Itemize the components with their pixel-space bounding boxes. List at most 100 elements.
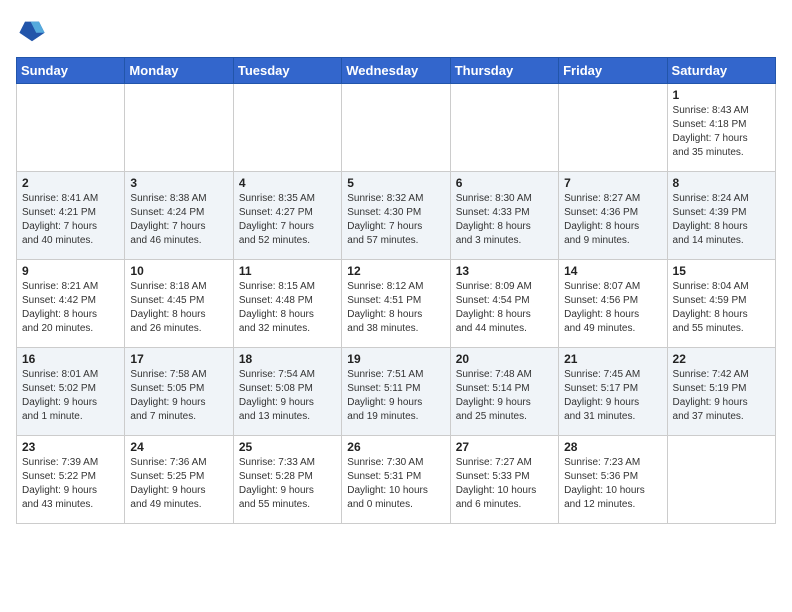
column-header-sunday: Sunday <box>17 58 125 84</box>
column-header-tuesday: Tuesday <box>233 58 341 84</box>
calendar-table: SundayMondayTuesdayWednesdayThursdayFrid… <box>16 57 776 524</box>
column-header-thursday: Thursday <box>450 58 558 84</box>
calendar-cell: 10 Sunrise: 8:18 AM Sunset: 4:45 PM Dayli… <box>125 260 233 348</box>
day-number: 13 <box>456 264 553 278</box>
day-info: Sunrise: 7:39 AM Sunset: 5:22 PM Dayligh… <box>22 456 119 512</box>
day-number: 2 <box>22 176 119 190</box>
calendar-cell: 26Sunrise: 7:30 AM Sunset: 5:31 PM Dayli… <box>342 436 450 524</box>
day-info: Sunrise: 7:45 AM Sunset: 5:17 PM Dayligh… <box>564 368 661 424</box>
calendar-cell: 3 Sunrise: 8:38 AM Sunset: 4:24 PM Daylig… <box>125 172 233 260</box>
calendar-cell: 18 Sunrise: 7:54 AM Sunset: 5:08 PM Dayli… <box>233 348 341 436</box>
day-number: 25 <box>239 440 336 454</box>
calendar-cell: 11 Sunrise: 8:15 AM Sunset: 4:48 PM Dayli… <box>233 260 341 348</box>
logo-icon <box>18 16 46 44</box>
calendar-cell: 2 Sunrise: 8:41 AM Sunset: 4:21 PM Daylig… <box>17 172 125 260</box>
calendar-cell: 12 Sunrise: 8:12 AM Sunset: 4:51 PM Dayli… <box>342 260 450 348</box>
day-info: Sunrise: 8:30 AM Sunset: 4:33 PM Dayligh… <box>456 192 553 248</box>
calendar-cell: 23Sunrise: 7:39 AM Sunset: 5:22 PM Dayli… <box>17 436 125 524</box>
day-info: Sunrise: 7:51 AM Sunset: 5:11 PM Dayligh… <box>347 368 444 424</box>
day-number: 20 <box>456 352 553 366</box>
calendar-week-1: 1 Sunrise: 8:43 AM Sunset: 4:18 PM Daylig… <box>17 84 776 172</box>
day-number: 19 <box>347 352 444 366</box>
day-number: 8 <box>673 176 770 190</box>
day-number: 7 <box>564 176 661 190</box>
day-info: Sunrise: 8:35 AM Sunset: 4:27 PM Dayligh… <box>239 192 336 248</box>
day-number: 18 <box>239 352 336 366</box>
calendar-cell: 24 Sunrise: 7:36 AM Sunset: 5:25 PM Dayli… <box>125 436 233 524</box>
calendar-cell <box>17 84 125 172</box>
calendar-cell: 17 Sunrise: 7:58 AM Sunset: 5:05 PM Dayli… <box>125 348 233 436</box>
day-info: Sunrise: 8:01 AM Sunset: 5:02 PM Dayligh… <box>22 368 119 424</box>
day-number: 14 <box>564 264 661 278</box>
day-info: Sunrise: 7:48 AM Sunset: 5:14 PM Dayligh… <box>456 368 553 424</box>
calendar-cell: 5 Sunrise: 8:32 AM Sunset: 4:30 PM Daylig… <box>342 172 450 260</box>
day-number: 15 <box>673 264 770 278</box>
calendar-cell: 6 Sunrise: 8:30 AM Sunset: 4:33 PM Daylig… <box>450 172 558 260</box>
day-info: Sunrise: 8:24 AM Sunset: 4:39 PM Dayligh… <box>673 192 770 248</box>
day-info: Sunrise: 7:54 AM Sunset: 5:08 PM Dayligh… <box>239 368 336 424</box>
column-header-saturday: Saturday <box>667 58 775 84</box>
calendar-week-5: 23Sunrise: 7:39 AM Sunset: 5:22 PM Dayli… <box>17 436 776 524</box>
day-info: Sunrise: 7:58 AM Sunset: 5:05 PM Dayligh… <box>130 368 227 424</box>
day-number: 24 <box>130 440 227 454</box>
day-info: Sunrise: 8:07 AM Sunset: 4:56 PM Dayligh… <box>564 280 661 336</box>
day-number: 21 <box>564 352 661 366</box>
day-info: Sunrise: 8:38 AM Sunset: 4:24 PM Dayligh… <box>130 192 227 248</box>
calendar-cell: 13 Sunrise: 8:09 AM Sunset: 4:54 PM Dayli… <box>450 260 558 348</box>
day-number: 11 <box>239 264 336 278</box>
calendar-cell: 8 Sunrise: 8:24 AM Sunset: 4:39 PM Daylig… <box>667 172 775 260</box>
day-number: 26 <box>347 440 444 454</box>
day-info: Sunrise: 7:27 AM Sunset: 5:33 PM Dayligh… <box>456 456 553 512</box>
column-header-monday: Monday <box>125 58 233 84</box>
day-number: 22 <box>673 352 770 366</box>
calendar-cell: 14 Sunrise: 8:07 AM Sunset: 4:56 PM Dayli… <box>559 260 667 348</box>
day-info: Sunrise: 8:09 AM Sunset: 4:54 PM Dayligh… <box>456 280 553 336</box>
day-number: 3 <box>130 176 227 190</box>
day-info: Sunrise: 7:23 AM Sunset: 5:36 PM Dayligh… <box>564 456 661 512</box>
day-number: 16 <box>22 352 119 366</box>
calendar-week-4: 16 Sunrise: 8:01 AM Sunset: 5:02 PM Dayli… <box>17 348 776 436</box>
calendar-cell: 7Sunrise: 8:27 AM Sunset: 4:36 PM Daylig… <box>559 172 667 260</box>
day-number: 10 <box>130 264 227 278</box>
calendar-week-3: 9 Sunrise: 8:21 AM Sunset: 4:42 PM Daylig… <box>17 260 776 348</box>
day-info: Sunrise: 8:12 AM Sunset: 4:51 PM Dayligh… <box>347 280 444 336</box>
calendar-header-row: SundayMondayTuesdayWednesdayThursdayFrid… <box>17 58 776 84</box>
calendar-cell <box>667 436 775 524</box>
day-number: 5 <box>347 176 444 190</box>
day-info: Sunrise: 8:21 AM Sunset: 4:42 PM Dayligh… <box>22 280 119 336</box>
calendar-cell: 19 Sunrise: 7:51 AM Sunset: 5:11 PM Dayli… <box>342 348 450 436</box>
day-info: Sunrise: 8:04 AM Sunset: 4:59 PM Dayligh… <box>673 280 770 336</box>
calendar-cell: 27 Sunrise: 7:27 AM Sunset: 5:33 PM Dayli… <box>450 436 558 524</box>
day-number: 1 <box>673 88 770 102</box>
day-number: 27 <box>456 440 553 454</box>
calendar-cell: 15 Sunrise: 8:04 AM Sunset: 4:59 PM Dayli… <box>667 260 775 348</box>
calendar-week-2: 2 Sunrise: 8:41 AM Sunset: 4:21 PM Daylig… <box>17 172 776 260</box>
column-header-friday: Friday <box>559 58 667 84</box>
day-number: 9 <box>22 264 119 278</box>
calendar-cell <box>559 84 667 172</box>
calendar-cell: 16 Sunrise: 8:01 AM Sunset: 5:02 PM Dayli… <box>17 348 125 436</box>
calendar-cell: 9 Sunrise: 8:21 AM Sunset: 4:42 PM Daylig… <box>17 260 125 348</box>
calendar-cell: 28 Sunrise: 7:23 AM Sunset: 5:36 PM Dayli… <box>559 436 667 524</box>
day-info: Sunrise: 8:41 AM Sunset: 4:21 PM Dayligh… <box>22 192 119 248</box>
day-number: 6 <box>456 176 553 190</box>
day-info: Sunrise: 7:42 AM Sunset: 5:19 PM Dayligh… <box>673 368 770 424</box>
calendar-cell: 4 Sunrise: 8:35 AM Sunset: 4:27 PM Daylig… <box>233 172 341 260</box>
page-header <box>16 16 776 49</box>
day-number: 4 <box>239 176 336 190</box>
calendar-cell: 22 Sunrise: 7:42 AM Sunset: 5:19 PM Dayli… <box>667 348 775 436</box>
day-info: Sunrise: 8:18 AM Sunset: 4:45 PM Dayligh… <box>130 280 227 336</box>
day-info: Sunrise: 8:43 AM Sunset: 4:18 PM Dayligh… <box>673 104 770 160</box>
calendar-cell <box>450 84 558 172</box>
day-info: Sunrise: 8:15 AM Sunset: 4:48 PM Dayligh… <box>239 280 336 336</box>
day-info: Sunrise: 7:36 AM Sunset: 5:25 PM Dayligh… <box>130 456 227 512</box>
column-header-wednesday: Wednesday <box>342 58 450 84</box>
calendar-cell <box>342 84 450 172</box>
day-info: Sunrise: 8:32 AM Sunset: 4:30 PM Dayligh… <box>347 192 444 248</box>
day-number: 17 <box>130 352 227 366</box>
calendar-cell <box>233 84 341 172</box>
calendar-cell: 25Sunrise: 7:33 AM Sunset: 5:28 PM Dayli… <box>233 436 341 524</box>
day-number: 12 <box>347 264 444 278</box>
day-number: 28 <box>564 440 661 454</box>
calendar-cell: 21 Sunrise: 7:45 AM Sunset: 5:17 PM Dayli… <box>559 348 667 436</box>
